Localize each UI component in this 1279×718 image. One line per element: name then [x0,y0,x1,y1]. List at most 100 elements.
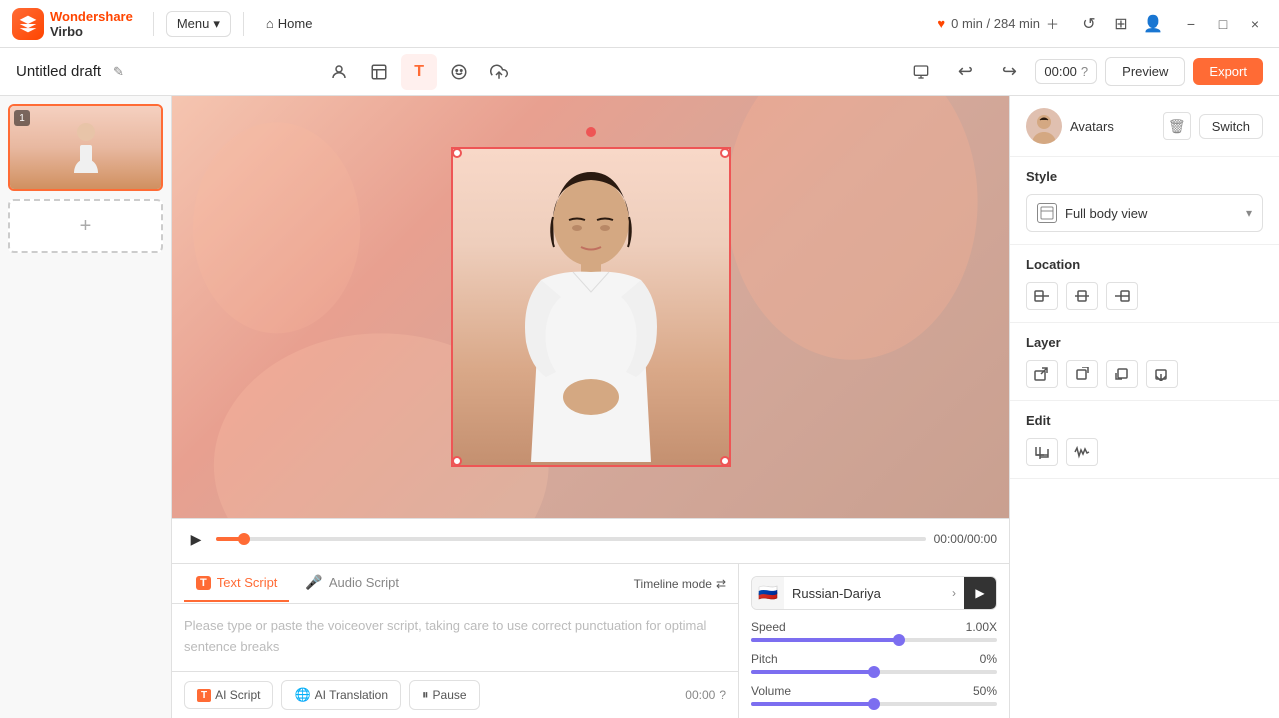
redo-button[interactable]: ↪ [991,54,1027,90]
draft-title: Untitled draft [16,63,101,80]
location-title: Location [1026,257,1263,272]
export-button[interactable]: Export [1193,58,1263,85]
history-icon[interactable]: ↺ [1079,14,1099,34]
secondbar: Untitled draft ✎ T ↩ ↪ 00:00 ? Preview E… [0,48,1279,96]
style-dropdown[interactable]: Full body view ▾ [1026,194,1263,232]
text-script-icon: T [196,576,211,590]
layer-buttons [1026,360,1263,388]
speed-slider[interactable] [751,638,997,642]
progress-thumb[interactable] [238,533,250,545]
tab-text-script[interactable]: T Text Script [184,565,289,602]
volume-thumb[interactable] [868,698,880,710]
right-panel: Avatars 🗑 Switch Style Full body view ▾ … [1009,96,1279,718]
user-icon[interactable]: 👤 [1143,14,1163,34]
canvas-area[interactable] [172,96,1009,518]
upload-tool-button[interactable] [481,54,517,90]
edit-section: Edit [1010,401,1279,479]
center-area: ▶ 00:00/00:00 T Text Script 🎤 [172,96,1009,718]
progress-bar[interactable] [216,537,926,541]
time-help-icon[interactable]: ? [1081,64,1088,79]
send-to-back-button[interactable] [1146,360,1178,388]
logo-icon [12,8,44,40]
voice-name: Russian-Dariya [784,586,944,601]
time-info: ♥ 0 min / 284 min ＋ [937,14,1059,33]
play-button[interactable]: ▶ [184,527,208,551]
voice-selector[interactable]: 🇷🇺 Russian-Dariya › ▶ [751,576,997,610]
preview-button[interactable]: Preview [1105,57,1185,86]
location-section: Location [1010,245,1279,323]
script-help-icon[interactable]: ? [719,688,726,702]
canvas-background [172,96,1009,518]
left-panel: 1 + [0,96,172,718]
time-counter: 00:00/00:00 [934,532,997,546]
scene-thumbnail-1[interactable]: 1 [8,104,163,191]
waveform-button[interactable] [1066,438,1098,466]
timeline-controls: ▶ 00:00/00:00 [184,527,997,551]
slideshow-button[interactable] [903,54,939,90]
edit-title: Edit [1026,413,1263,428]
pitch-value: 0% [980,652,997,666]
style-icon [1037,203,1057,223]
scene-number: 1 [14,110,30,126]
pitch-label: Pitch [751,652,778,666]
crop-button[interactable] [1026,438,1058,466]
pitch-slider[interactable] [751,670,997,674]
edit-title-icon[interactable]: ✎ [113,64,124,80]
minimize-button[interactable]: − [1179,12,1203,36]
grid-icon[interactable]: ⊞ [1111,14,1131,34]
avatar-selection-box[interactable] [451,147,731,467]
pitch-thumb[interactable] [868,666,880,678]
timeline-mode-toggle[interactable]: Timeline mode ⇄ [634,569,726,599]
close-button[interactable]: × [1243,12,1267,36]
voice-settings: 🇷🇺 Russian-Dariya › ▶ Speed 1.00X [739,564,1009,718]
align-right-button[interactable] [1106,282,1138,310]
heart-icon: ♥ [937,16,945,31]
home-button[interactable]: ⌂ Home [256,12,323,35]
speed-control: Speed 1.00X [751,620,997,642]
layer-title: Layer [1026,335,1263,350]
add-icon[interactable]: ＋ [1046,14,1059,33]
script-buttons: T AI Script 🌐 AI Translation ⏸ Pause 00:… [172,671,738,718]
topbar: Wondershare Virbo Menu ▾ ⌂ Home ♥ 0 min … [0,0,1279,48]
menu-button[interactable]: Menu ▾ [166,11,231,37]
avatar-tool-button[interactable] [321,54,357,90]
maximize-button[interactable]: □ [1211,12,1235,36]
style-section: Style Full body view ▾ [1010,157,1279,245]
ai-script-button[interactable]: T AI Script [184,681,273,709]
volume-slider[interactable] [751,702,997,706]
script-left: T Text Script 🎤 Audio Script Timeline mo… [172,564,739,718]
align-center-button[interactable] [1066,282,1098,310]
tab-audio-script[interactable]: 🎤 Audio Script [293,564,411,603]
ai-script-icon: T [197,689,211,702]
background-tool-button[interactable] [361,54,397,90]
volume-fill [751,702,874,706]
right-controls: ↩ ↪ 00:00 ? Preview Export [903,54,1263,90]
switch-button[interactable]: Switch [1199,114,1263,139]
delete-avatar-button[interactable]: 🗑 [1163,112,1191,140]
avatar-thumbnail [1026,108,1062,144]
layer-section: Layer [1010,323,1279,401]
style-chevron-icon: ▾ [1246,206,1252,220]
window-controls: − □ × [1179,12,1267,36]
pause-button[interactable]: ⏸ Pause [409,680,480,710]
timeline-bar: ▶ 00:00/00:00 [172,518,1009,563]
time-display: 00:00 ? [1035,59,1097,84]
chevron-down-icon: ▾ [213,16,220,32]
script-content[interactable]: Please type or paste the voiceover scrip… [172,604,738,671]
logo-text: Wondershare Virbo [50,9,133,39]
align-left-button[interactable] [1026,282,1058,310]
voice-flag: 🇷🇺 [752,577,784,609]
text-tool-button[interactable]: T [401,54,437,90]
add-scene-button[interactable]: + [8,199,163,253]
bring-to-front-button[interactable] [1026,360,1058,388]
logo: Wondershare Virbo [12,8,133,40]
style-title: Style [1026,169,1263,184]
undo-button[interactable]: ↩ [947,54,983,90]
speed-thumb[interactable] [893,634,905,646]
voice-play-button[interactable]: ▶ [964,577,996,609]
send-backward-button[interactable] [1106,360,1138,388]
ai-translation-button[interactable]: 🌐 AI Translation [281,680,401,710]
bring-forward-button[interactable] [1066,360,1098,388]
sticker-tool-button[interactable] [441,54,477,90]
speed-value: 1.00X [966,620,997,634]
